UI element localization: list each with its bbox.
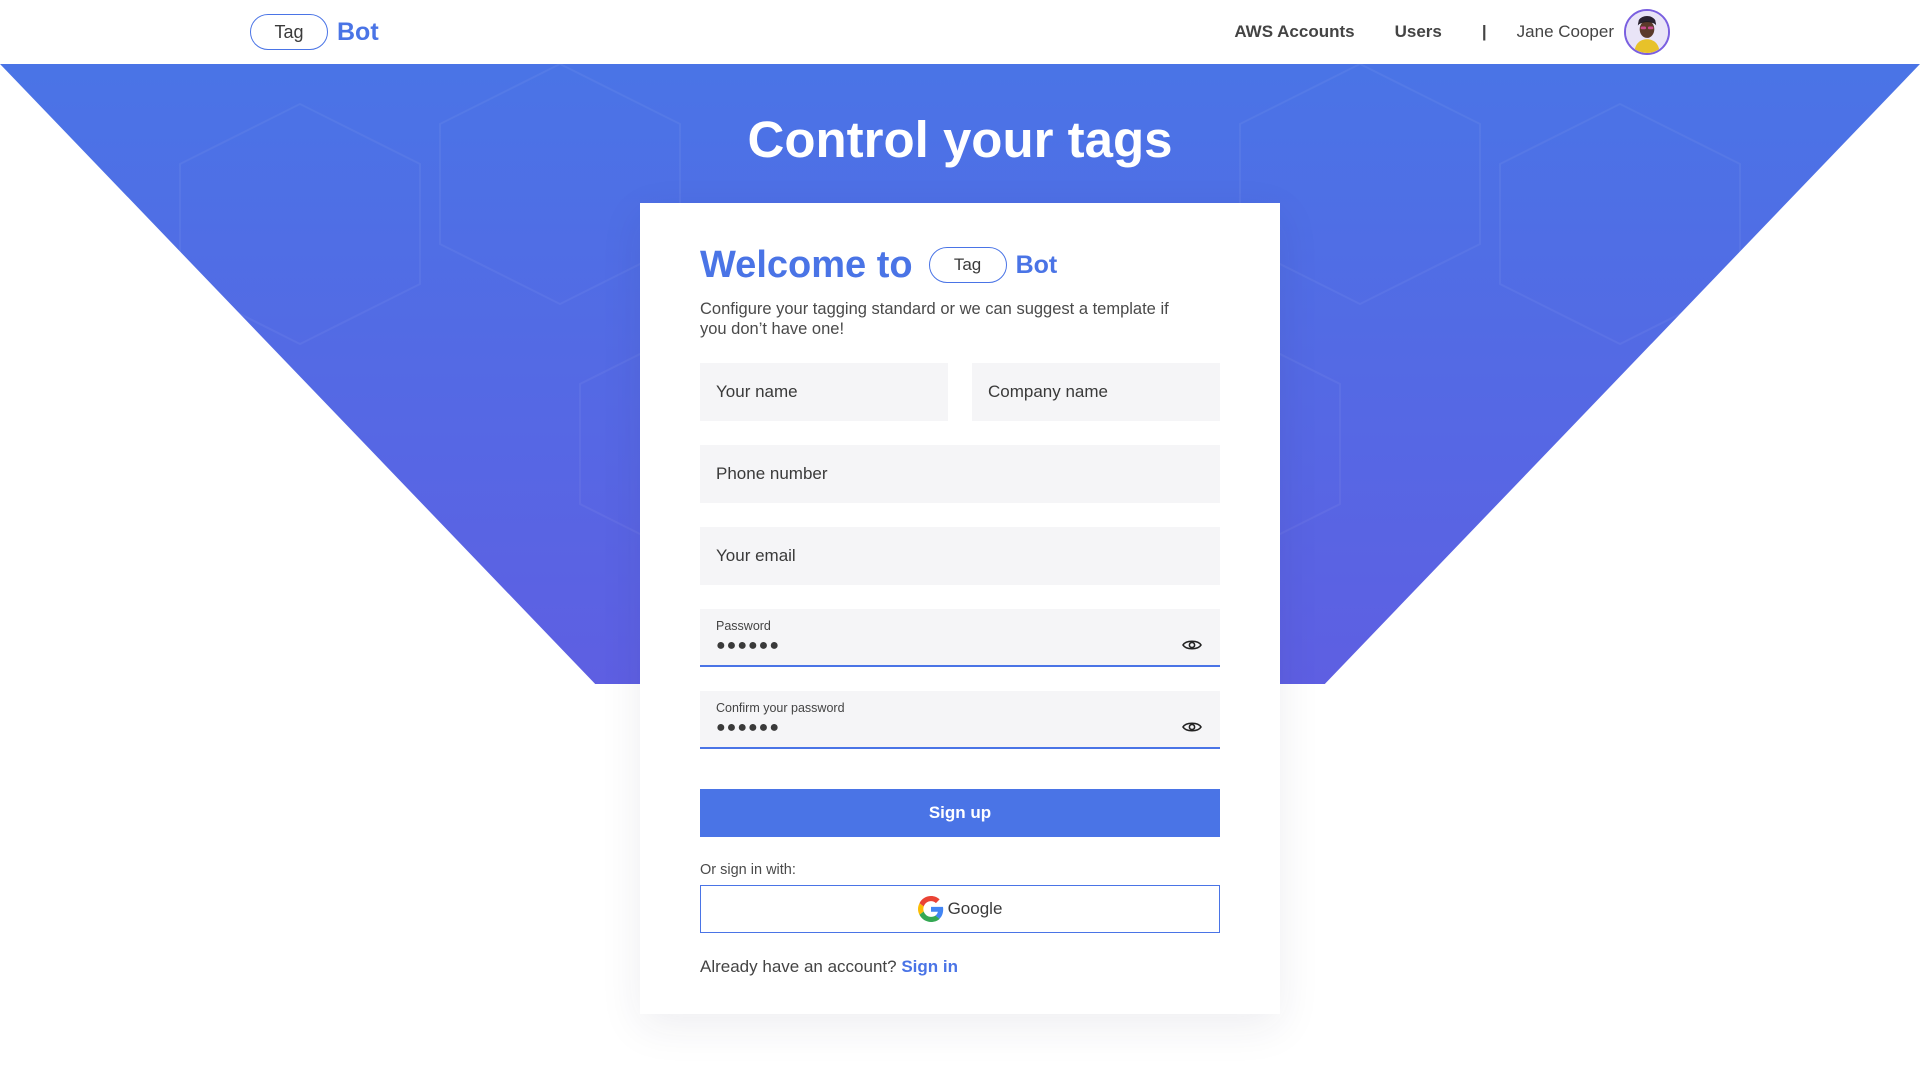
subtitle-line-2: you don’t have one! <box>700 320 845 338</box>
logo-bot-text: Bot <box>337 17 379 46</box>
already-have-account: Already have an account? Sign in <box>700 957 1220 977</box>
confirm-password-label: Confirm your password <box>716 701 845 715</box>
nav-separator: | <box>1481 22 1487 41</box>
password-label: Password <box>716 619 771 633</box>
welcome-logo-bot-text: Bot <box>1015 250 1058 279</box>
nav-aws-accounts[interactable]: AWS Accounts <box>1234 22 1354 42</box>
sign-in-link[interactable]: Sign in <box>901 957 958 976</box>
google-label: Google <box>947 899 1003 918</box>
phone-number-input[interactable]: Phone number <box>700 445 1220 503</box>
or-sign-in-with-label: Or sign in with: <box>700 862 796 878</box>
email-input[interactable]: Your email <box>700 527 1220 585</box>
nav-menu: AWS Accounts Users | Jane Cooper <box>1234 8 1670 56</box>
your-name-input[interactable]: Your name <box>700 363 948 421</box>
tagbot-logo[interactable]: Tag Bot <box>250 14 379 50</box>
company-name-input[interactable]: Company name <box>972 363 1220 421</box>
eye-icon[interactable] <box>1182 638 1202 652</box>
nav-users[interactable]: Users <box>1395 22 1442 42</box>
welcome-subtitle: Configure your tagging standard or we ca… <box>700 299 1220 339</box>
hero-title: Control your tags <box>747 111 1173 168</box>
password-input[interactable]: Password ●●●●●● <box>700 609 1220 667</box>
logo-tag-pill: Tag <box>250 14 328 50</box>
user-name[interactable]: Jane Cooper <box>1517 22 1614 42</box>
password-value: ●●●●●● <box>716 637 780 654</box>
eye-icon[interactable] <box>1182 720 1202 734</box>
google-signin-button[interactable]: Google <box>700 885 1220 933</box>
confirm-password-input[interactable]: Confirm your password ●●●●●● <box>700 691 1220 749</box>
signup-card: Welcome to Tag Bot Configure your taggin… <box>640 203 1280 1014</box>
already-text: Already have an account? <box>700 957 897 976</box>
signup-button[interactable]: Sign up <box>700 789 1220 837</box>
welcome-logo-tag-pill: Tag <box>928 247 1007 283</box>
welcome-heading: Welcome to Tag Bot <box>700 243 1220 287</box>
avatar[interactable] <box>1624 9 1670 55</box>
google-icon <box>917 896 943 922</box>
avatar-icon <box>1626 11 1668 53</box>
top-navbar: Tag Bot AWS Accounts Users | Jane Cooper <box>0 0 1920 64</box>
welcome-text: Welcome to <box>700 243 913 286</box>
confirm-password-value: ●●●●●● <box>716 719 780 736</box>
subtitle-line-1: Configure your tagging standard or we ca… <box>700 300 1169 318</box>
